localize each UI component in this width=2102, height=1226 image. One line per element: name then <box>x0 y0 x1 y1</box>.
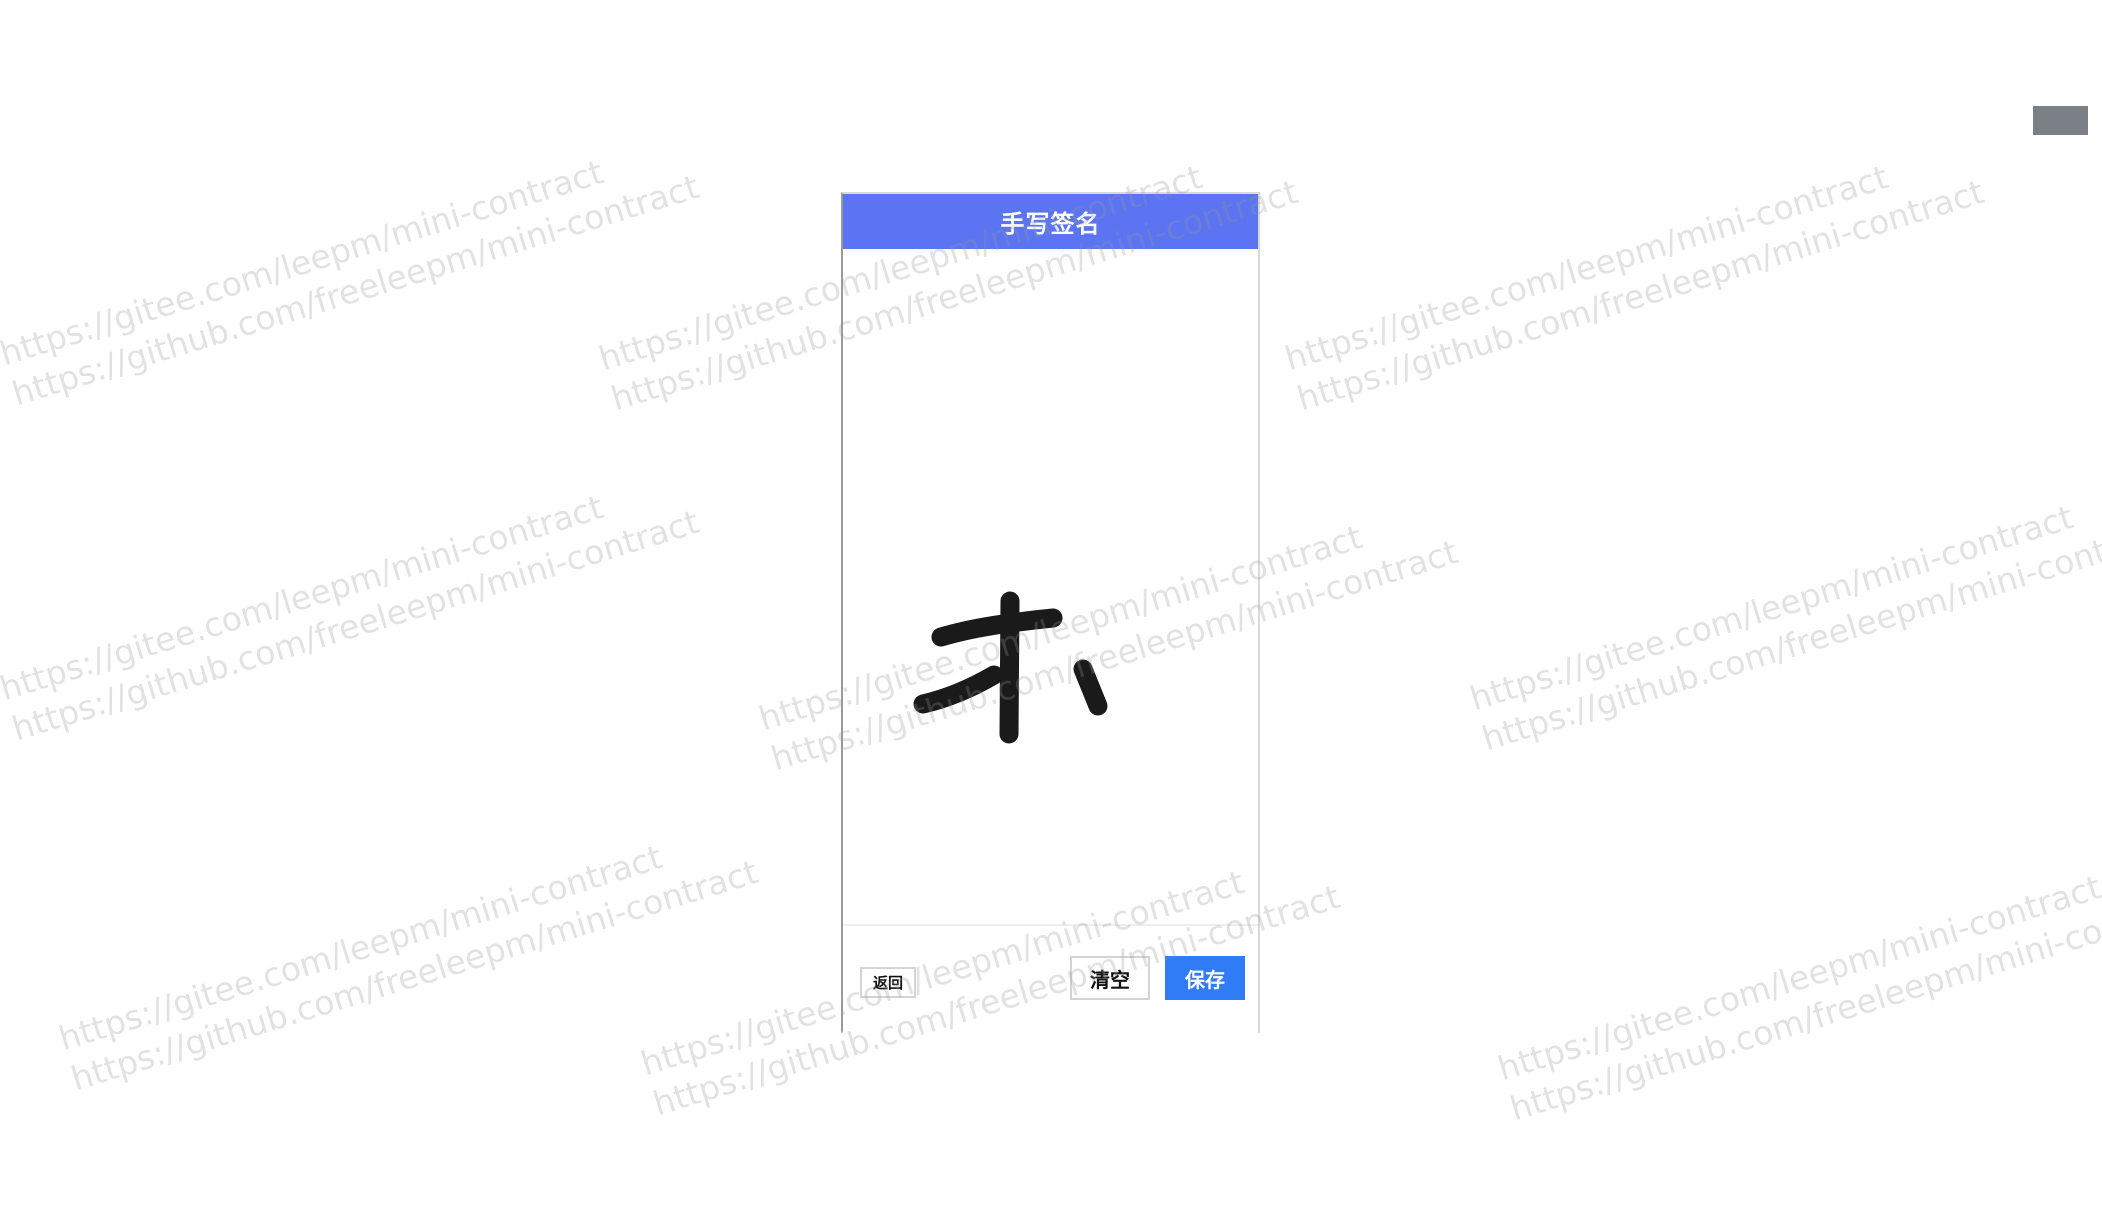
signature-stroke <box>931 608 1063 647</box>
page: 手写签名 返回 清空 保存 https://gitee.com/leepm/mi… <box>0 0 2102 1226</box>
watermark: https://gitee.com/leepm/mini-contract ht… <box>0 487 704 749</box>
watermark: https://gitee.com/leepm/mini-contract ht… <box>1493 867 2102 1129</box>
watermark: https://gitee.com/leepm/mini-contract ht… <box>1465 497 2102 759</box>
signature-stroke <box>913 665 1004 714</box>
corner-toggle-chip[interactable] <box>2033 106 2088 135</box>
watermark: https://gitee.com/leepm/mini-contract ht… <box>1280 157 1989 419</box>
watermark: https://gitee.com/leepm/mini-contract ht… <box>0 152 704 414</box>
watermark: https://gitee.com/leepm/mini-contract ht… <box>54 837 763 1099</box>
page-title: 手写签名 <box>1000 210 1101 238</box>
signature-stroke <box>1073 659 1108 716</box>
panel-header: 手写签名 <box>843 194 1258 249</box>
handwritten-signature-icon <box>913 591 1108 744</box>
save-button[interactable]: 保存 <box>1165 956 1245 1000</box>
signature-panel: 手写签名 返回 清空 保存 <box>841 192 1260 1033</box>
back-button[interactable]: 返回 <box>860 967 916 998</box>
signature-canvas[interactable] <box>843 249 1258 924</box>
clear-button[interactable]: 清空 <box>1070 956 1150 1000</box>
signature-stroke <box>999 591 1020 744</box>
action-bar: 返回 清空 保存 <box>843 924 1258 1033</box>
